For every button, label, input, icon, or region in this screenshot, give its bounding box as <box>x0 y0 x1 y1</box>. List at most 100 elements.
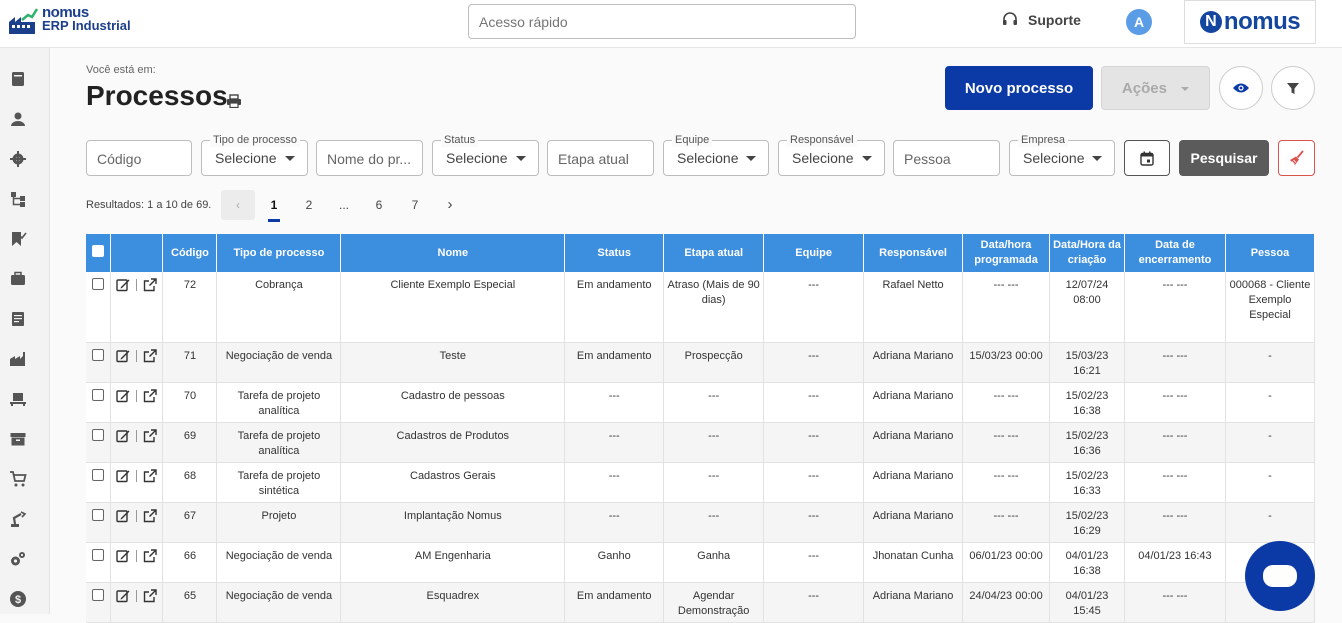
quick-access-input[interactable] <box>468 4 856 39</box>
column-header-name[interactable]: Nome <box>340 234 566 272</box>
external-link-icon[interactable] <box>143 278 158 292</box>
cell-person: - <box>1225 502 1316 543</box>
next-page-button[interactable]: › <box>438 190 462 220</box>
new-process-button[interactable]: Novo processo <box>945 66 1093 110</box>
edit-icon[interactable] <box>116 509 130 523</box>
pallet-icon[interactable] <box>9 390 27 408</box>
filter-button[interactable] <box>1271 66 1315 110</box>
code-filter-input[interactable]: Código <box>86 140 192 176</box>
column-header-code[interactable]: Código <box>162 234 218 272</box>
row-checkbox[interactable] <box>92 468 105 481</box>
cell-status: --- <box>564 382 665 423</box>
cell-person: - <box>1225 422 1316 463</box>
cell-closed: --- --- <box>1124 382 1226 423</box>
table-row[interactable]: 68 Tarefa de projeto sintética Cadastros G… <box>86 462 1316 503</box>
name-filter-placeholder: Nome do pr... <box>327 151 412 167</box>
column-header-stage[interactable]: Etapa atual <box>663 234 765 272</box>
book-icon[interactable] <box>9 70 27 88</box>
row-checkbox[interactable] <box>92 428 105 441</box>
table-row[interactable]: 70 Tarefa de projeto analítica Cadastro de… <box>86 382 1316 423</box>
cell-name: Cadastros de Produtos <box>340 422 566 463</box>
column-header-closed[interactable]: Data de encerramento <box>1124 234 1226 272</box>
gears-icon[interactable] <box>9 550 27 568</box>
external-link-icon[interactable] <box>143 468 158 483</box>
support-link[interactable]: Suporte <box>1002 12 1081 28</box>
clear-filters-button[interactable] <box>1278 140 1315 176</box>
column-header-person[interactable]: Pessoa <box>1225 234 1316 272</box>
edit-icon[interactable] <box>116 469 130 483</box>
status-select[interactable]: Status Selecione <box>432 133 539 176</box>
breadcrumb: Você está em: <box>86 64 156 76</box>
cart-icon[interactable] <box>9 470 27 488</box>
row-checkbox[interactable] <box>92 388 105 401</box>
robot-arm-icon[interactable] <box>9 510 27 528</box>
user-icon[interactable] <box>9 110 27 128</box>
table-row[interactable]: 66 Negociação de venda AM Engenharia Ganho G… <box>86 542 1316 583</box>
actions-button[interactable]: Ações <box>1101 66 1210 110</box>
view-toggle-button[interactable] <box>1219 66 1263 110</box>
table-row[interactable]: 71 Negociação de venda Teste Em andamento Pr… <box>86 342 1316 383</box>
row-checkbox[interactable] <box>92 348 105 361</box>
search-button[interactable]: Pesquisar <box>1179 140 1269 176</box>
external-link-icon[interactable] <box>143 548 158 563</box>
page-1[interactable]: 1 <box>262 190 286 222</box>
user-avatar[interactable]: A <box>1126 9 1152 35</box>
cell-created: 15/03/23 16:21 <box>1049 342 1125 383</box>
company-select[interactable]: Empresa Selecione <box>1009 133 1115 176</box>
column-header-status[interactable]: Status <box>564 234 665 272</box>
page-7[interactable]: 7 <box>403 190 427 220</box>
stage-filter-input[interactable]: Etapa atual <box>547 140 654 176</box>
dollar-icon[interactable]: $ <box>9 590 27 608</box>
table-row[interactable]: 67 Projeto Implantação Nomus --- --- --- Adria… <box>86 502 1316 543</box>
row-actions-cell <box>110 272 164 343</box>
page-6[interactable]: 6 <box>367 190 391 220</box>
edit-icon[interactable] <box>116 429 130 443</box>
team-select[interactable]: Equipe Selecione <box>663 133 769 176</box>
edit-icon[interactable] <box>116 549 130 563</box>
name-filter-input[interactable]: Nome do pr... <box>316 140 423 176</box>
external-link-icon[interactable] <box>143 508 158 523</box>
edit-icon[interactable] <box>116 278 130 292</box>
print-icon[interactable] <box>226 94 242 108</box>
external-link-icon[interactable] <box>143 428 158 443</box>
actions-label: Ações <box>1121 79 1167 97</box>
column-header-type[interactable]: Tipo de processo <box>216 234 342 272</box>
table-row[interactable]: 65 Negociação de venda Esquadrex Em andamen… <box>86 582 1316 623</box>
edit-icon[interactable] <box>116 349 130 363</box>
bookmark-check-icon[interactable] <box>9 230 27 248</box>
gear-icon[interactable] <box>9 150 27 168</box>
support-label: Suporte <box>1028 12 1081 28</box>
select-all-checkbox[interactable] <box>92 244 105 257</box>
external-link-icon[interactable] <box>143 388 158 403</box>
process-type-select[interactable]: Tipo de processo Selecione <box>201 133 308 176</box>
hierarchy-icon[interactable] <box>9 190 27 208</box>
prev-page-button[interactable]: ‹ <box>221 190 255 220</box>
column-header-responsible[interactable]: Responsável <box>863 234 964 272</box>
page-2[interactable]: 2 <box>297 190 321 220</box>
cell-code: 71 <box>162 342 218 383</box>
chat-widget-button[interactable] <box>1245 541 1315 611</box>
factory-icon[interactable] <box>9 350 27 368</box>
app-logo[interactable]: nomus ERP Industrial <box>8 5 131 36</box>
person-filter-input[interactable]: Pessoa <box>893 140 1000 176</box>
person-filter-placeholder: Pessoa <box>904 151 951 167</box>
document-icon[interactable] <box>9 310 27 328</box>
table-row[interactable]: 72 Cobrança Cliente Exemplo Especial Em and… <box>86 272 1316 343</box>
date-filter-button[interactable] <box>1124 140 1170 176</box>
row-checkbox[interactable] <box>92 508 105 521</box>
column-header-scheduled[interactable]: Data/hora programada <box>962 234 1051 272</box>
row-checkbox[interactable] <box>92 548 105 561</box>
edit-icon[interactable] <box>116 589 130 603</box>
column-header-created[interactable]: Data/Hora da criação <box>1049 234 1125 272</box>
row-checkbox[interactable] <box>92 278 105 290</box>
table-row[interactable]: 69 Tarefa de projeto analítica Cadastros d… <box>86 422 1316 463</box>
edit-icon[interactable] <box>116 389 130 403</box>
responsible-select[interactable]: Responsável Selecione <box>778 133 885 176</box>
column-header-team[interactable]: Equipe <box>763 234 865 272</box>
eye-icon <box>1233 83 1249 93</box>
briefcase-icon[interactable] <box>9 270 27 288</box>
external-link-icon[interactable] <box>143 588 158 603</box>
archive-icon[interactable] <box>9 430 27 448</box>
row-checkbox[interactable] <box>92 588 105 601</box>
external-link-icon[interactable] <box>143 348 158 363</box>
